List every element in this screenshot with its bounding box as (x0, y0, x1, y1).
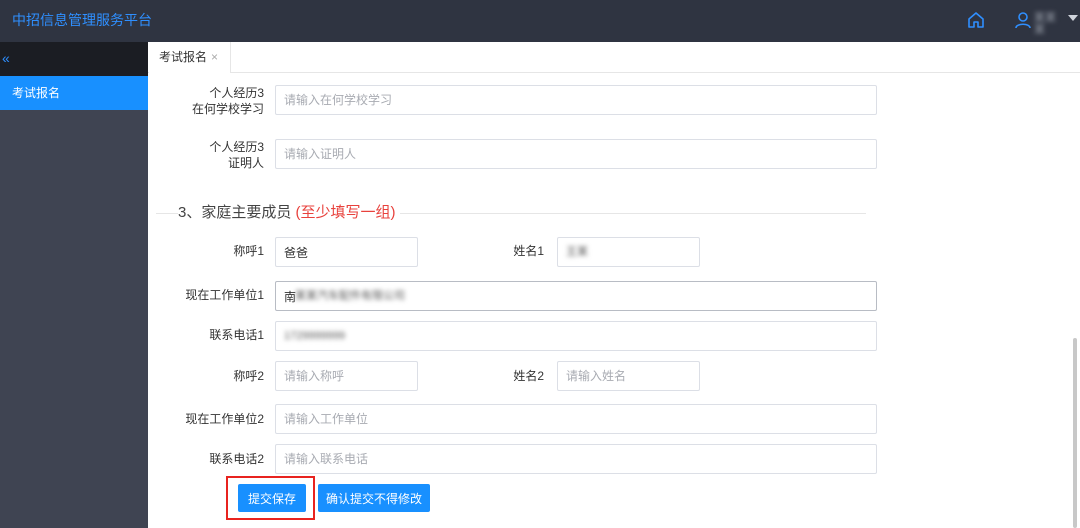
confirm-submit-button[interactable]: 确认提交不得修改 (318, 484, 430, 512)
sidebar-collapse-bar[interactable]: « (0, 42, 148, 76)
close-icon[interactable]: × (211, 42, 218, 72)
member1-title-input[interactable] (275, 237, 418, 267)
sidebar: « 考试报名 (0, 42, 148, 528)
section-note: (至少填写一组) (295, 204, 396, 221)
section-title-text: 3、家庭主要成员 (178, 204, 296, 221)
member2-phone-label: 联系电话2 (209, 452, 264, 466)
exp3-school-label: 个人经历3 在何学校学习 (191, 86, 264, 116)
exp3-school-input[interactable] (275, 85, 877, 115)
member1-phone-label: 联系电话1 (209, 328, 264, 342)
member1-phone-input[interactable] (275, 321, 877, 351)
collapse-icon[interactable]: « (2, 50, 10, 66)
member1-title-label: 称呼1 (233, 244, 264, 258)
user-name[interactable]: 某某某 (1034, 12, 1064, 36)
sidebar-item-exam-registration[interactable]: 考试报名 (0, 76, 148, 110)
section-title: 3、家庭主要成员 (至少填写一组) (178, 203, 400, 223)
member1-name-label: 姓名1 (513, 244, 544, 258)
member2-title-input[interactable] (275, 361, 418, 391)
form-content: 个人经历3 在何学校学习 个人经历3 证明人 3、家庭主要成员 (至少填写一组)… (148, 73, 1080, 528)
member2-name-input[interactable] (557, 361, 700, 391)
top-header: 中招信息管理服务平台 某某某 (0, 0, 1080, 42)
home-icon[interactable] (966, 10, 986, 30)
member1-name-input[interactable] (557, 237, 700, 267)
tab-exam-registration[interactable]: 考试报名 × (149, 42, 231, 73)
tab-label: 考试报名 (159, 50, 208, 64)
member2-work-input[interactable] (275, 404, 877, 434)
exp3-witness-label: 个人经历3 证明人 (209, 140, 264, 170)
member1-work-label: 现在工作单位1 (185, 288, 264, 302)
user-icon[interactable] (1014, 11, 1032, 29)
member2-work-label: 现在工作单位2 (185, 412, 264, 426)
scrollbar[interactable] (1073, 338, 1077, 528)
member2-phone-input[interactable] (275, 444, 877, 474)
member1-work-input[interactable] (275, 281, 877, 311)
member2-name-label: 姓名2 (513, 369, 544, 383)
app-title: 中招信息管理服务平台 (12, 12, 152, 28)
exp3-witness-input[interactable] (275, 139, 877, 169)
chevron-down-icon[interactable] (1068, 15, 1078, 21)
member2-title-label: 称呼2 (233, 369, 264, 383)
submit-save-button[interactable]: 提交保存 (238, 484, 306, 512)
tab-bar: 考试报名 × (148, 42, 1080, 73)
